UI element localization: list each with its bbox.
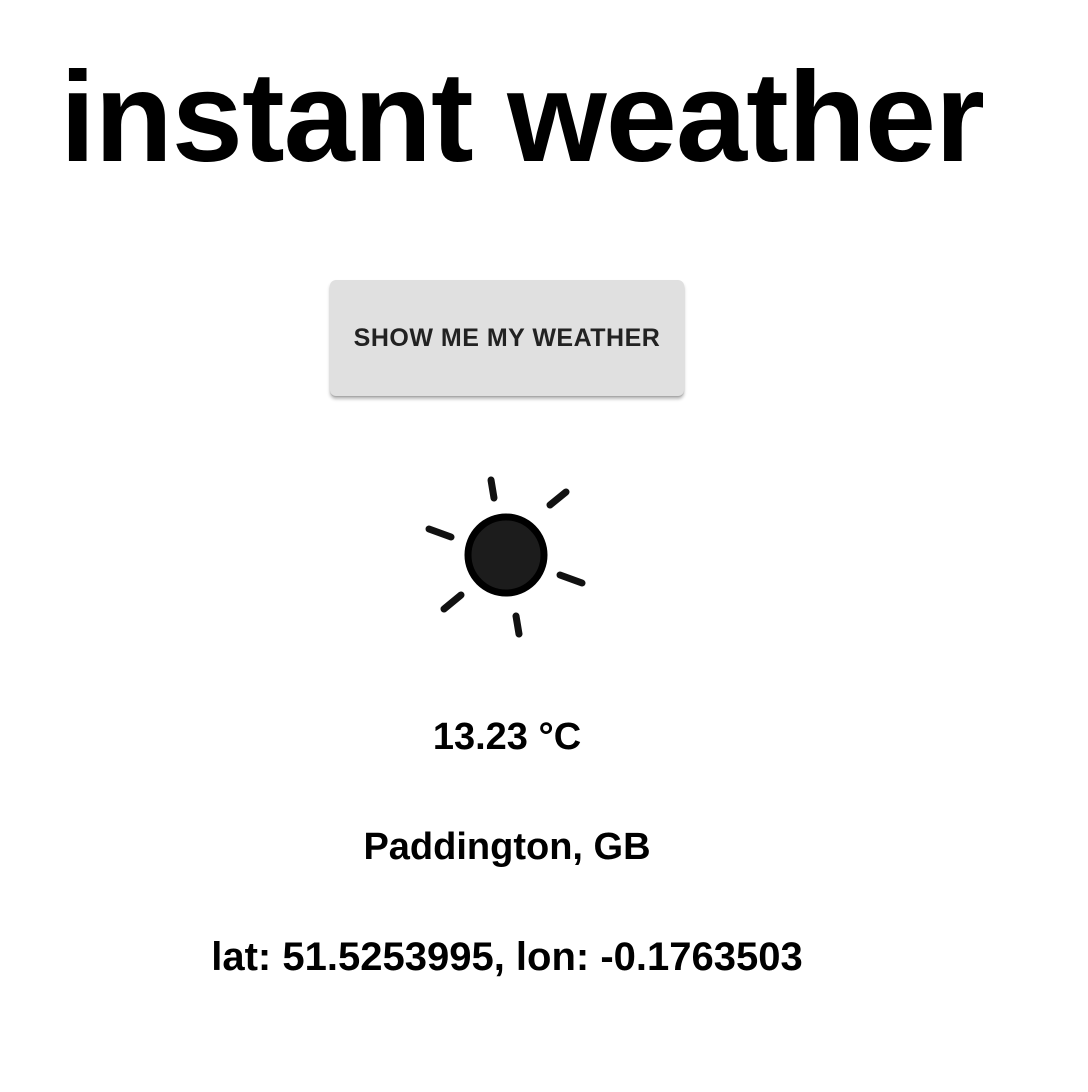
location-name: Paddington, GB — [363, 826, 651, 868]
app-title: instant weather — [60, 46, 985, 189]
sun-core — [464, 513, 548, 597]
sun-icon — [425, 476, 586, 638]
sun-ray — [440, 591, 465, 613]
show-weather-button[interactable]: SHOW ME MY WEATHER — [330, 280, 684, 396]
sun-ray — [487, 476, 498, 502]
temperature-readout: 13.23 °C — [432, 716, 582, 758]
page: instant weather SHOW ME MY WEATHER 13.23… — [0, 0, 1088, 1092]
coordinates-readout: lat: 51.5253995, lon: -0.1763503 — [211, 935, 803, 979]
sun-ray — [546, 488, 570, 509]
sun-ray — [425, 525, 455, 541]
sun-ray — [556, 571, 586, 587]
sun-ray — [512, 612, 523, 638]
